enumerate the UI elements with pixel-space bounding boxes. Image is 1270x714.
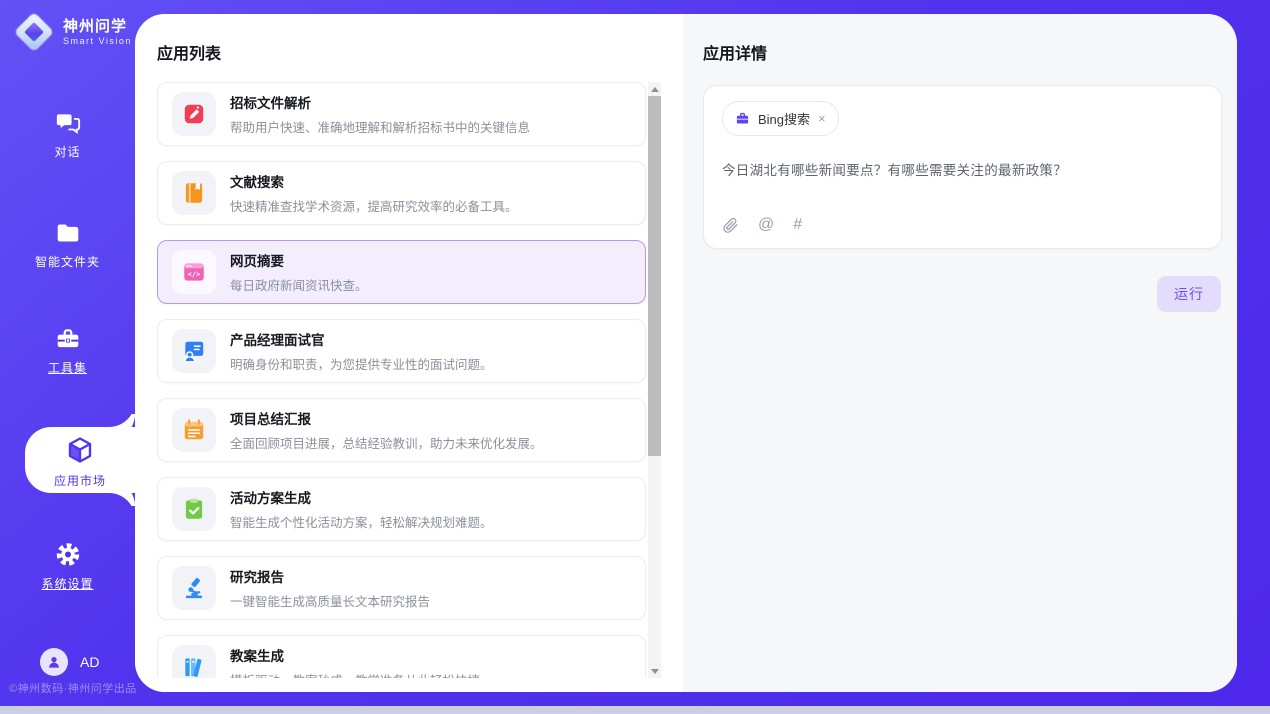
sidebar-item-label: 智能文件夹 [0,253,135,270]
app-title: 网页摘要 [230,250,368,270]
app-card-list: 招标文件解析 帮助用户快速、准确地理解和解析招标书中的关键信息 文献搜索 [157,82,646,678]
app-desc: 每日政府新闻资讯快查。 [230,275,368,294]
app-card-pm-interviewer[interactable]: 产品经理面试官 明确身份和职责，为您提供专业性的面试问题。 [157,319,646,383]
sidebar-item-chat[interactable]: 对话 [0,110,135,160]
app-card-lesson-plan[interactable]: 教案生成 模板驱动，教案秒成，教学准备从此轻松快捷 [157,635,646,678]
app-detail-title: 应用详情 [703,40,1222,64]
cube-icon [65,435,95,465]
query-input-text[interactable]: 今日湖北有哪些新闻要点？有哪些需要关注的最新政策？ [722,159,1203,179]
app-card-literature-search[interactable]: 文献搜索 快速精准查找学术资源，提高研究效率的必备工具。 [157,161,646,225]
microscope-icon [172,566,216,610]
gear-icon [54,541,82,568]
user-account[interactable]: AD [40,648,99,676]
tool-tag-label: Bing搜索 [758,109,810,128]
app-title: 产品经理面试官 [230,329,493,349]
app-desc: 快速精准查找学术资源，提高研究效率的必备工具。 [230,196,518,215]
folder-icon [54,220,82,246]
app-desc: 智能生成个性化活动方案，轻松解决规划难题。 [230,512,493,531]
tool-tag-bing-search[interactable]: Bing搜索 × [722,101,839,136]
app-title: 教案生成 [230,645,480,665]
content-shell: 应用列表 招标文件解析 帮助用户快速、准确地理解和解析招标书中的关键信息 [135,14,1237,692]
brand-subtitle: Smart Vision [63,36,132,46]
hashtag-icon[interactable]: # [793,216,802,234]
presenter-icon [172,329,216,373]
scrollbar-thumb[interactable] [648,96,661,456]
sidebar-item-smart-folder[interactable]: 智能文件夹 [0,220,135,270]
sidebar-item-label: 工具集 [0,359,135,376]
app-desc: 明确身份和职责，为您提供专业性的面试问题。 [230,354,493,373]
app-desc: 全面回顾项目进展，总结经验教训，助力未来优化发展。 [230,433,543,452]
app-list-panel: 应用列表 招标文件解析 帮助用户快速、准确地理解和解析招标书中的关键信息 [135,14,683,692]
avatar [40,648,68,676]
clipboard-check-icon [172,487,216,531]
user-initials: AD [80,654,99,670]
app-title: 招标文件解析 [230,92,530,112]
books-icon [172,645,216,678]
brand-name: 神州问学 [63,18,132,35]
toolbox-icon [54,326,82,352]
app-desc: 模板驱动，教案秒成，教学准备从此轻松快捷 [230,670,480,678]
app-title: 活动方案生成 [230,487,493,507]
app-card-activity-plan[interactable]: 活动方案生成 智能生成个性化活动方案，轻松解决规划难题。 [157,477,646,541]
app-card-research-report[interactable]: 研究报告 一键智能生成高质量长文本研究报告 [157,556,646,620]
app-list-scrollbar[interactable] [648,82,661,678]
sidebar-item-label: 系统设置 [0,575,135,592]
sidebar: 神州问学 Smart Vision 对话 智能文件夹 [0,0,135,706]
brand-diamond-icon [13,11,55,53]
query-composer[interactable]: Bing搜索 × 今日湖北有哪些新闻要点？有哪些需要关注的最新政策？ @ # [703,85,1222,249]
sidebar-item-settings[interactable]: 系统设置 [0,541,135,592]
sidebar-item-toolset[interactable]: 工具集 [0,326,135,376]
calendar-report-icon [172,408,216,452]
mention-icon[interactable]: @ [758,216,774,234]
app-shell: 神州问学 Smart Vision 对话 智能文件夹 [0,0,1270,706]
app-list-title: 应用列表 [135,14,683,64]
briefcase-icon [735,111,750,126]
app-desc: 一键智能生成高质量长文本研究报告 [230,591,430,610]
svg-text:</>: </> [188,270,201,279]
app-title: 文献搜索 [230,171,518,191]
composer-toolbar: @ # [722,216,802,234]
app-card-web-summary[interactable]: </> 网页摘要 每日政府新闻资讯快查。 [157,240,646,304]
person-icon [46,654,62,670]
scroll-up-arrow-icon[interactable] [648,82,661,96]
chat-icon [54,110,82,136]
sidebar-item-label: 对话 [0,143,135,160]
app-card-project-summary[interactable]: 项目总结汇报 全面回顾项目进展，总结经验教训，助力未来优化发展。 [157,398,646,462]
copyright-text: ©神州数码·神州问学出品 [9,680,137,696]
page-bottom-strip [0,706,1270,714]
app-desc: 帮助用户快速、准确地理解和解析招标书中的关键信息 [230,117,530,136]
sidebar-item-label: 应用市场 [25,472,135,489]
document-edit-icon [172,92,216,136]
book-icon [172,171,216,215]
sidebar-item-app-market[interactable]: 应用市场 [25,427,135,493]
paperclip-icon[interactable] [722,217,739,234]
app-title: 项目总结汇报 [230,408,543,428]
app-card-tender-parsing[interactable]: 招标文件解析 帮助用户快速、准确地理解和解析招标书中的关键信息 [157,82,646,146]
browser-code-icon: </> [172,250,216,294]
app-detail-panel: 应用详情 Bing搜索 × 今日湖北有哪些新闻要点？有哪些需要关注的最新政策？ [683,14,1237,692]
brand-logo: 神州问学 Smart Vision [13,11,132,53]
scroll-down-arrow-icon[interactable] [648,664,661,678]
run-button[interactable]: 运行 [1157,276,1221,312]
tag-close-icon[interactable]: × [818,112,826,125]
app-title: 研究报告 [230,566,430,586]
